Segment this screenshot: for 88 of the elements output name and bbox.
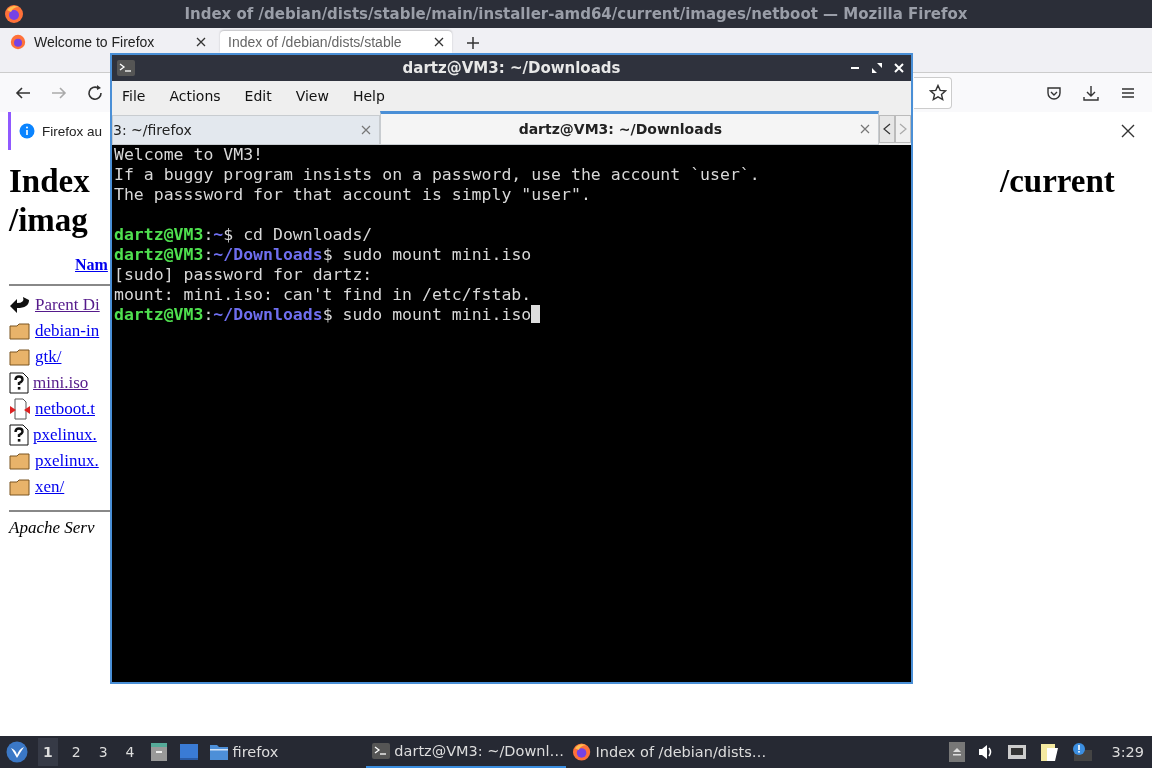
prompt-symbol: $	[322, 245, 333, 264]
folder-icon	[9, 452, 31, 470]
prompt-user: dartz@VM3	[114, 225, 204, 244]
browser-logo-icon	[4, 4, 24, 24]
output-line: If a buggy program insists on a password, use the account `user`.	[114, 165, 761, 185]
prompt-separator: :	[203, 245, 214, 264]
file-link[interactable]: netboot.t	[35, 399, 95, 419]
folder-icon	[9, 322, 31, 340]
command-text: sudo mount mini.iso	[342, 245, 532, 264]
browser-tab[interactable]: Index of /debian/dists/stable	[220, 31, 452, 53]
url-field[interactable]	[914, 76, 952, 109]
prompt-symbol: $	[322, 305, 333, 324]
chevron-left-icon	[883, 123, 891, 135]
folder-icon	[208, 743, 229, 761]
page-heading: Index	[9, 162, 91, 201]
file-link[interactable]: pxelinux.	[33, 425, 97, 445]
eject-icon[interactable]	[949, 742, 966, 762]
file-link[interactable]: xen/	[35, 477, 65, 497]
browser-logo-icon	[572, 742, 592, 762]
unknown-file-icon	[9, 424, 29, 446]
prompt-symbol: $	[223, 225, 234, 244]
workspace-button[interactable]: 4	[121, 744, 139, 760]
desktop-icon[interactable]	[178, 743, 199, 761]
scroll-left-button[interactable]	[879, 115, 895, 143]
window-title: dartz@VM3: ~/Downloads	[402, 59, 621, 77]
notification-text: Firefox au	[42, 123, 103, 139]
close-icon[interactable]	[1121, 124, 1135, 138]
command-text: cd Downloads/	[243, 225, 373, 244]
browser-tab[interactable]: Welcome to Firefox	[2, 31, 214, 53]
menu-item[interactable]: Help	[352, 88, 385, 104]
file-link[interactable]: gtk/	[35, 347, 62, 367]
download-icon[interactable]	[1083, 84, 1099, 101]
menu-item[interactable]: Actions	[169, 88, 221, 104]
output-line: mount: mini.iso: can't find in /etc/fstab.	[114, 285, 533, 305]
menu-item[interactable]: File	[122, 88, 146, 104]
file-link[interactable]: pxelinux.	[35, 451, 99, 471]
file-link[interactable]: mini.iso	[33, 373, 89, 393]
prompt-path: ~	[213, 225, 224, 244]
output-line: The passsword for that account is simply "user".	[114, 185, 592, 205]
prompt-path: ~/Downloads	[213, 245, 323, 264]
file-link[interactable]: debian-in	[35, 321, 100, 341]
workspace-button[interactable]: 2	[67, 744, 85, 760]
taskbar-task[interactable]: Index of /debian/dists…	[566, 736, 767, 768]
back-arrow-icon	[9, 295, 31, 315]
page-heading: /imag	[9, 201, 89, 240]
chevron-right-icon	[899, 123, 907, 135]
command-text: sudo mount mini.iso	[342, 305, 532, 324]
browser-logo-icon	[10, 34, 26, 50]
column-sort-link[interactable]: Nam	[75, 256, 108, 273]
terminal-tab[interactable]: dartz@VM3: ~/Downloads	[379, 111, 879, 145]
workspace-button[interactable]: 1	[38, 738, 58, 766]
workspace-button[interactable]: 3	[94, 744, 112, 760]
page-heading: /current	[1000, 162, 1115, 201]
folder-launcher[interactable]: firefox	[208, 743, 279, 761]
close-icon[interactable]	[434, 37, 444, 47]
close-icon[interactable]	[196, 37, 206, 47]
clock: 3:29	[1111, 744, 1144, 760]
file-link[interactable]: Parent Di	[35, 295, 100, 315]
prompt-separator: :	[203, 225, 214, 244]
folder-icon	[9, 348, 31, 366]
terminal-icon	[372, 743, 391, 759]
output-line: [sudo] password for dartz:	[114, 265, 374, 285]
prompt-path: ~/Downloads	[213, 305, 323, 324]
taskbar-task[interactable]: dartz@VM3: ~/Downl…	[366, 736, 567, 768]
file-cabinet-icon[interactable]	[148, 742, 169, 762]
network-icon[interactable]	[1007, 744, 1028, 760]
output-line: Welcome to VM3!	[114, 145, 264, 165]
plus-icon[interactable]	[466, 36, 480, 50]
info-icon	[19, 123, 35, 139]
reload-icon[interactable]	[86, 83, 104, 102]
star-icon[interactable]	[929, 83, 947, 102]
prompt-user: dartz@VM3	[114, 305, 204, 324]
folder-icon	[9, 478, 31, 496]
menu-item[interactable]: View	[295, 88, 329, 104]
prompt-separator: :	[203, 305, 214, 324]
archive-file-icon	[9, 398, 31, 420]
terminal-icon	[117, 60, 135, 76]
prompt-user: dartz@VM3	[114, 245, 204, 264]
pocket-icon[interactable]	[1046, 84, 1062, 101]
notification-icon[interactable]	[1071, 742, 1094, 762]
maximize-icon[interactable]	[871, 62, 883, 74]
unknown-file-icon	[9, 372, 29, 394]
server-signature: Apache Serv	[9, 518, 95, 537]
window-title: Index of /debian/dists/stable/main/installer-amd64/current/images/netboot — Mozilla Firefox	[184, 5, 968, 23]
start-menu-icon[interactable]	[6, 741, 28, 763]
menu-item[interactable]: Edit	[244, 88, 272, 104]
clipboard-icon[interactable]	[1039, 742, 1060, 762]
terminal-tab[interactable]: 3: ~/firefox	[112, 115, 380, 145]
